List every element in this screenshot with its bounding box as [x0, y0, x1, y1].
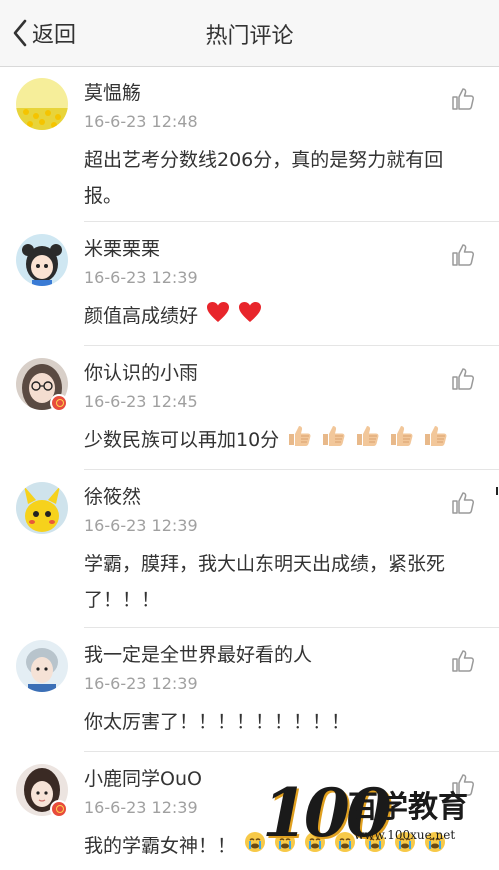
comment-author[interactable]: 米栗栗栗 [84, 234, 160, 261]
avatar[interactable] [16, 234, 68, 286]
scroll-indicator [496, 487, 498, 495]
comment-item: 米栗栗栗 16-6-23 12:39 颜值高成绩好 [0, 224, 499, 346]
comment-time: 16-6-23 12:39 [84, 268, 198, 287]
divider [84, 345, 499, 346]
comment-text: 超出艺考分数线206分，真的是努力就有回报。 [84, 149, 444, 207]
crying-emoji [394, 829, 416, 865]
comment-item: 莫愠觞 16-6-23 12:48 超出艺考分数线206分，真的是努力就有回报。 [0, 68, 499, 222]
avatar[interactable] [16, 640, 68, 692]
comment-item: 我一定是全世界最好看的人 16-6-23 12:39 你太厉害了！！！！！！！！… [0, 630, 499, 752]
thumbs-up-emoji [321, 423, 347, 459]
comment-text: 我的学霸女神！！ [84, 835, 237, 857]
comment-item: 你认识的小雨 16-6-23 12:45 少数民族可以再加10分 [0, 348, 499, 470]
comment-author[interactable]: 我一定是全世界最好看的人 [84, 640, 312, 667]
comment-time: 16-6-23 12:45 [84, 392, 198, 411]
thumbs-up-icon[interactable] [450, 86, 476, 112]
crying-emoji [424, 829, 446, 865]
crying-emoji [334, 829, 356, 865]
thumbs-up-icon[interactable] [450, 490, 476, 516]
divider [84, 751, 499, 752]
comment-text-row: 颜值高成绩好 [84, 298, 474, 335]
comment-author[interactable]: 你认识的小雨 [84, 358, 198, 385]
comment-author[interactable]: 莫愠觞 [84, 78, 141, 105]
thumbs-up-icon[interactable] [450, 242, 476, 268]
thumbs-up-emoji [423, 423, 449, 459]
comment-text-row: 少数民族可以再加10分 [84, 422, 474, 459]
crying-emoji [364, 829, 386, 865]
comment-item: 徐筱然 16-6-23 12:39 学霸，膜拜，我大山东明天出成绩，紧张死了！！… [0, 472, 499, 628]
thumbs-up-icon[interactable] [450, 648, 476, 674]
comment-item: 小鹿同学OuO 16-6-23 12:39 我的学霸女神！！ [0, 754, 499, 870]
divider [84, 221, 499, 222]
verified-badge-icon [50, 394, 68, 412]
heart-emoji [238, 299, 262, 335]
comment-author[interactable]: 小鹿同学OuO [84, 764, 202, 791]
crying-emoji [274, 829, 296, 865]
comment-time: 16-6-23 12:39 [84, 798, 198, 817]
nav-bar: 返回 热门评论 [0, 0, 499, 67]
comment-text: 颜值高成绩好 [84, 305, 199, 327]
page-title: 热门评论 [205, 24, 294, 49]
avatar[interactable] [16, 482, 68, 534]
divider [84, 469, 499, 470]
heart-emoji [206, 299, 230, 335]
avatar[interactable] [16, 78, 68, 130]
crying-emoji [244, 829, 266, 865]
thumbs-up-icon[interactable] [450, 366, 476, 392]
comment-author[interactable]: 徐筱然 [84, 482, 141, 509]
comment-time: 16-6-23 12:39 [84, 674, 198, 693]
comment-text-row: 我的学霸女神！！ [84, 828, 474, 865]
crying-emoji [304, 829, 326, 865]
comment-time: 16-6-23 12:39 [84, 516, 198, 535]
thumbs-up-emoji [389, 423, 415, 459]
comment-time: 16-6-23 12:48 [84, 112, 198, 131]
thumbs-up-emoji [355, 423, 381, 459]
thumbs-up-emoji [287, 423, 313, 459]
verified-badge-icon [50, 800, 68, 818]
comment-text: 学霸，膜拜，我大山东明天出成绩，紧张死了！！！ [84, 553, 446, 611]
thumbs-up-icon[interactable] [450, 772, 476, 798]
comment-text: 你太厉害了！！！！！！！！！ [84, 711, 351, 733]
divider [84, 627, 499, 628]
comment-text: 少数民族可以再加10分 [84, 429, 280, 451]
